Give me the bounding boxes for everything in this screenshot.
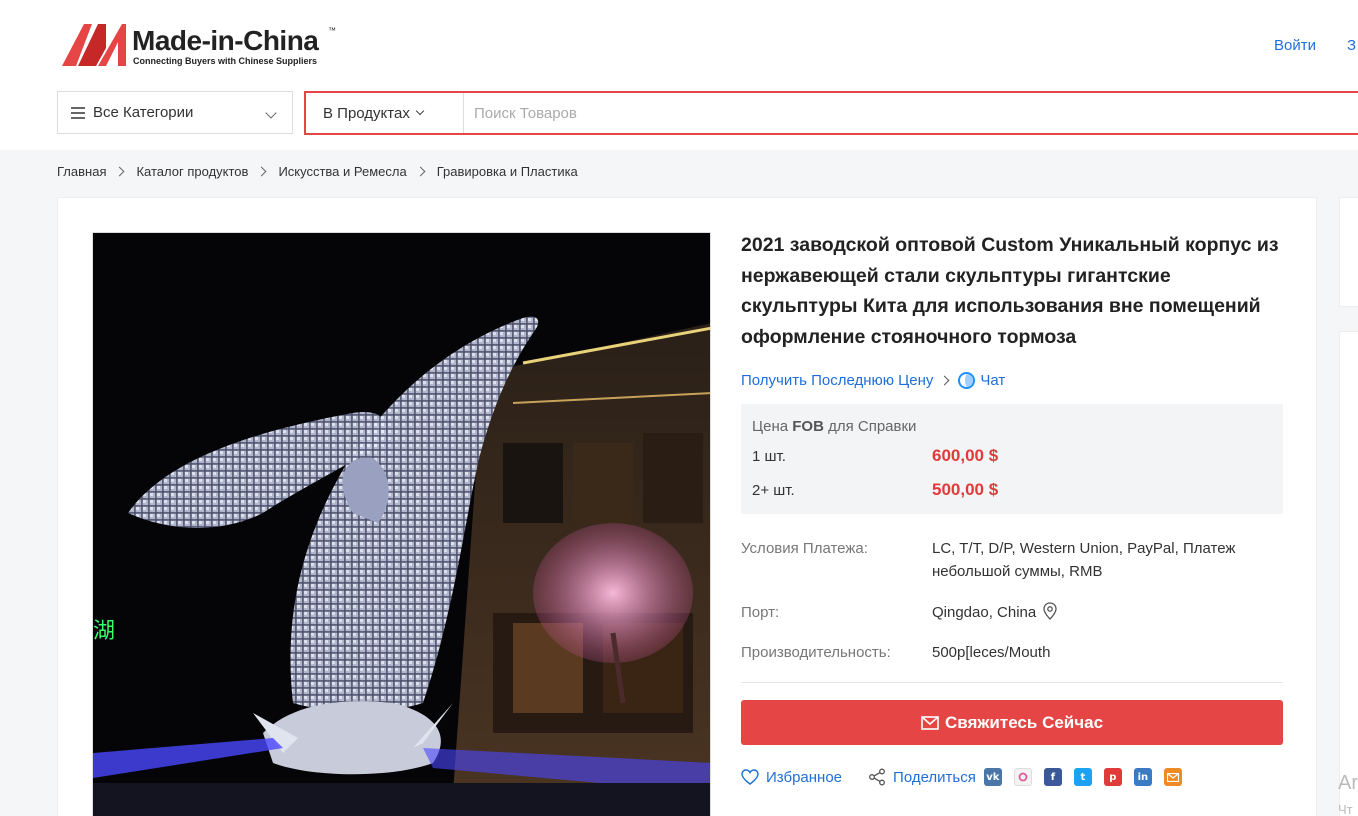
capacity-label: Производительность: — [741, 644, 891, 661]
chevron-right-icon — [256, 166, 267, 177]
price-qty: 1 шт. — [752, 448, 786, 465]
chevron-down-icon — [265, 107, 277, 119]
port-label: Порт: — [741, 604, 780, 621]
chevron-right-icon — [115, 166, 125, 177]
search-input[interactable] — [474, 93, 1354, 133]
pinterest-icon[interactable]: p — [1103, 768, 1122, 786]
share-icon — [869, 768, 885, 786]
side-text: Ar — [1338, 772, 1358, 794]
chevron-right-icon — [415, 166, 426, 177]
location-pin-icon[interactable] — [1043, 602, 1058, 620]
svg-text:湖: 湖 — [93, 619, 115, 644]
odnoklassniki-icon[interactable] — [1013, 768, 1032, 786]
register-link[interactable]: З — [1347, 37, 1356, 54]
logo-trademark: ™ — [328, 26, 336, 35]
product-image[interactable]: 湖 — [92, 232, 711, 816]
share-label: Поделиться — [893, 768, 976, 786]
breadcrumb: Главная Каталог продуктов Искусства и Ре… — [57, 164, 578, 179]
port-value-row: Qingdao, China — [932, 601, 1262, 624]
category-label: Все Категории — [93, 104, 194, 121]
contact-now-label: Свяжитесь Сейчас — [944, 712, 1104, 732]
side-text: Чт — [1338, 802, 1353, 816]
chat-link[interactable]: Чат — [980, 372, 1005, 389]
breadcrumb-arts[interactable]: Искусства и Ремесла — [278, 164, 406, 179]
site-logo[interactable]: Made-in-China ™ Connecting Buyers with C… — [62, 20, 352, 72]
chevron-right-icon — [939, 375, 950, 386]
logo-tagline: Connecting Buyers with Chinese Suppliers — [133, 56, 318, 66]
price-qty: 2+ шт. — [752, 482, 795, 499]
search-bar: В Продуктах — [304, 91, 1358, 135]
email-icon[interactable] — [1163, 768, 1182, 786]
search-scope-dropdown[interactable]: В Продуктах — [306, 93, 464, 133]
price-links: Получить Последнюю Цену Чат — [741, 372, 1005, 389]
breadcrumb-home[interactable]: Главная — [57, 164, 106, 179]
price-box: Цена FOB для Справки 1 шт. 600,00 $ 2+ ш… — [741, 404, 1283, 514]
heart-icon — [741, 769, 759, 785]
mail-icon — [921, 715, 939, 730]
contact-now-button[interactable]: Свяжитесь Сейчас — [741, 700, 1283, 745]
twitter-icon[interactable]: t — [1073, 768, 1092, 786]
logo-name: Made-in-China — [132, 25, 319, 56]
breadcrumb-catalog[interactable]: Каталог продуктов — [136, 164, 248, 179]
side-panel — [1339, 331, 1358, 816]
category-dropdown[interactable]: Все Категории — [57, 91, 293, 134]
search-scope-label: В Продуктах — [323, 104, 410, 122]
favorite-label: Избранное — [766, 768, 843, 786]
facebook-icon[interactable]: f — [1043, 768, 1062, 786]
port-value: Qingdao, China — [932, 604, 1037, 621]
logo-mark-icon — [62, 24, 126, 66]
product-actions: Избранное Поделиться vk f t p in — [741, 768, 1182, 786]
side-panel — [1339, 197, 1358, 307]
capacity-value: 500p[leces/Mouth — [932, 644, 1051, 661]
favorite-button[interactable]: Избранное — [741, 769, 842, 786]
payment-terms-label: Условия Платежа: — [741, 540, 868, 557]
vk-icon[interactable]: vk — [983, 768, 1002, 786]
price-value: 600,00 $ — [932, 446, 999, 465]
whale-sculpture-image: 湖 — [93, 233, 710, 816]
latest-price-link[interactable]: Получить Последнюю Цену — [741, 372, 933, 389]
header: Made-in-China ™ Connecting Buyers with C… — [0, 0, 1358, 150]
chevron-down-icon — [415, 106, 425, 116]
login-link[interactable]: Войти — [1274, 37, 1316, 54]
linkedin-icon[interactable]: in — [1133, 768, 1152, 786]
payment-terms-value: LC, T/T, D/P, Western Union, PayPal, Пла… — [932, 540, 1236, 580]
divider — [741, 682, 1283, 683]
share-button[interactable]: Поделиться — [868, 768, 976, 786]
menu-icon — [71, 107, 85, 119]
chat-icon[interactable] — [958, 372, 976, 389]
product-title: 2021 заводской оптовой Custom Уникальный… — [741, 234, 1279, 348]
price-header: Цена FOB для Справки — [752, 418, 917, 435]
breadcrumb-engraving[interactable]: Гравировка и Пластика — [437, 164, 578, 179]
price-value: 500,00 $ — [932, 480, 999, 499]
